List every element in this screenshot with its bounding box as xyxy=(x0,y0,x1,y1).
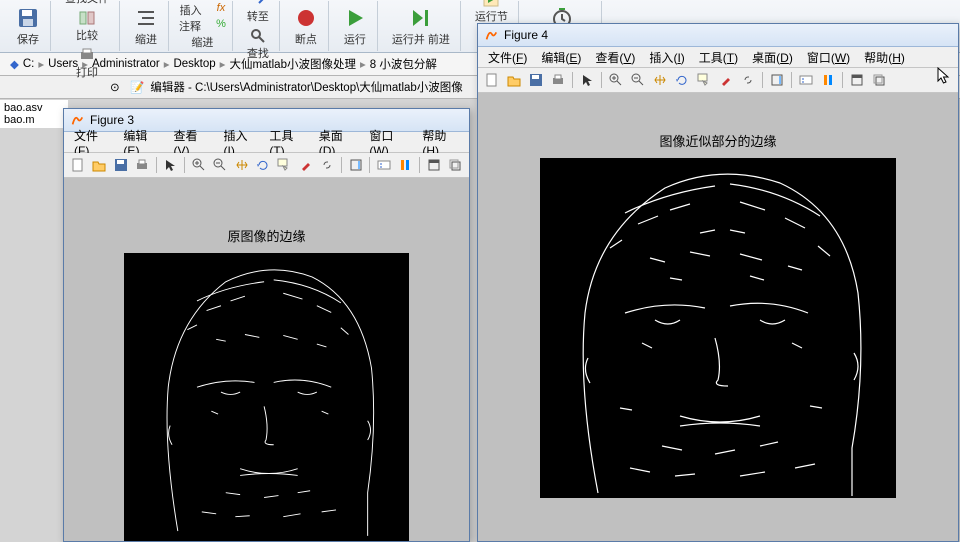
zoom-out-icon[interactable] xyxy=(210,155,229,175)
editor-path: 编辑器 - C:\Users\Administrator\Desktop\大仙m… xyxy=(150,79,462,95)
menu-edit[interactable]: 编辑(E) xyxy=(535,48,587,67)
pointer-icon[interactable] xyxy=(577,70,597,90)
indent-label: 缩进 xyxy=(191,34,213,50)
print-icon[interactable] xyxy=(132,155,151,175)
new-icon[interactable] xyxy=(482,70,502,90)
compare-button[interactable]: 比较 xyxy=(72,8,102,45)
figure3-window: Figure 3 文件(F) 编辑(E) 查看(V) 插入(I) 工具(T) 桌… xyxy=(63,108,470,542)
pan-icon[interactable] xyxy=(232,155,251,175)
crumb-part[interactable]: 大仙matlab小波图像处理 xyxy=(229,56,356,72)
insert-label: 插入 xyxy=(180,2,202,18)
list-item[interactable]: bao.asv xyxy=(4,102,64,114)
crumb-drive[interactable]: C: xyxy=(23,58,35,70)
save-icon[interactable] xyxy=(526,70,546,90)
menu-file[interactable]: 文件(F) xyxy=(482,48,533,67)
list-item[interactable]: bao.m xyxy=(4,114,64,126)
figure3-toolbar xyxy=(64,153,469,178)
link-icon[interactable] xyxy=(318,155,337,175)
crumb-part[interactable]: Users xyxy=(48,58,78,70)
rotate-icon[interactable] xyxy=(253,155,272,175)
find-files-button[interactable]: 查找文件 xyxy=(61,0,113,8)
rotate-icon[interactable] xyxy=(672,70,692,90)
datatip-icon[interactable] xyxy=(694,70,714,90)
dock-icon[interactable] xyxy=(424,155,443,175)
indent-button[interactable]: 缩进 xyxy=(130,4,162,49)
figure4-title: Figure 4 xyxy=(504,28,548,42)
open-icon[interactable] xyxy=(89,155,108,175)
colorbar-icon[interactable] xyxy=(767,70,787,90)
crumb-part[interactable]: Administrator xyxy=(92,58,160,70)
menu-tools[interactable]: 工具(T) xyxy=(693,48,744,67)
figure3-menubar: 文件(F) 编辑(E) 查看(V) 插入(I) 工具(T) 桌面(D) 窗口(W… xyxy=(64,132,469,153)
insert-colorbar-icon[interactable] xyxy=(396,155,415,175)
menu-window[interactable]: 窗口(W) xyxy=(801,48,856,67)
datatip-icon[interactable] xyxy=(275,155,294,175)
legend-icon[interactable] xyxy=(796,70,816,90)
zoom-in-icon[interactable] xyxy=(606,70,626,90)
undock-icon[interactable] xyxy=(869,70,889,90)
fx-button[interactable]: fx xyxy=(217,2,226,18)
dock-icon[interactable] xyxy=(847,70,867,90)
link-icon[interactable] xyxy=(738,70,758,90)
insert-colorbar-icon[interactable] xyxy=(818,70,838,90)
crumb-part[interactable]: 8 小波包分解 xyxy=(370,56,437,72)
new-icon[interactable] xyxy=(68,155,87,175)
zoom-out-icon[interactable] xyxy=(628,70,648,90)
pan-icon[interactable] xyxy=(650,70,670,90)
figure4-window: Figure 4 文件(F) 编辑(E) 查看(V) 插入(I) 工具(T) 桌… xyxy=(477,23,959,542)
figure4-image xyxy=(540,158,896,498)
breakpoints-button[interactable]: 断点 xyxy=(290,4,322,49)
zoom-in-icon[interactable] xyxy=(189,155,208,175)
open-icon[interactable] xyxy=(504,70,524,90)
figure4-menubar: 文件(F) 编辑(E) 查看(V) 插入(I) 工具(T) 桌面(D) 窗口(W… xyxy=(478,47,958,68)
legend-icon[interactable] xyxy=(374,155,393,175)
menu-insert[interactable]: 插入(I) xyxy=(643,48,690,67)
figure3-body: 原图像的边缘 xyxy=(64,178,469,541)
print-icon[interactable] xyxy=(548,70,568,90)
save-button[interactable]: 保存 xyxy=(12,4,44,49)
comment-label: 注释 xyxy=(179,18,201,34)
crumb-part[interactable]: Desktop xyxy=(173,58,215,70)
pointer-icon[interactable] xyxy=(161,155,180,175)
figure3-plot-title: 原图像的边缘 xyxy=(227,226,305,245)
figure4-plot-title: 图像近似部分的边缘 xyxy=(659,131,776,150)
brush-icon[interactable] xyxy=(716,70,736,90)
save-icon[interactable] xyxy=(111,155,130,175)
menu-help[interactable]: 帮助(H) xyxy=(858,48,911,67)
undock-icon[interactable] xyxy=(446,155,465,175)
run-advance-button[interactable]: 运行并 前进 xyxy=(388,4,454,49)
figure4-titlebar[interactable]: Figure 4 xyxy=(478,24,958,47)
file-list: bao.asv bao.m xyxy=(0,100,68,128)
figure4-toolbar xyxy=(478,68,958,93)
brush-icon[interactable] xyxy=(296,155,315,175)
figure4-body: 图像近似部分的边缘 xyxy=(478,93,958,541)
menu-desktop[interactable]: 桌面(D) xyxy=(746,48,799,67)
goto-button[interactable]: 转至 xyxy=(243,0,273,26)
figure3-image xyxy=(124,253,409,541)
menu-view[interactable]: 查看(V) xyxy=(589,48,641,67)
run-button[interactable]: 运行 xyxy=(339,4,371,49)
colorbar-icon[interactable] xyxy=(346,155,365,175)
